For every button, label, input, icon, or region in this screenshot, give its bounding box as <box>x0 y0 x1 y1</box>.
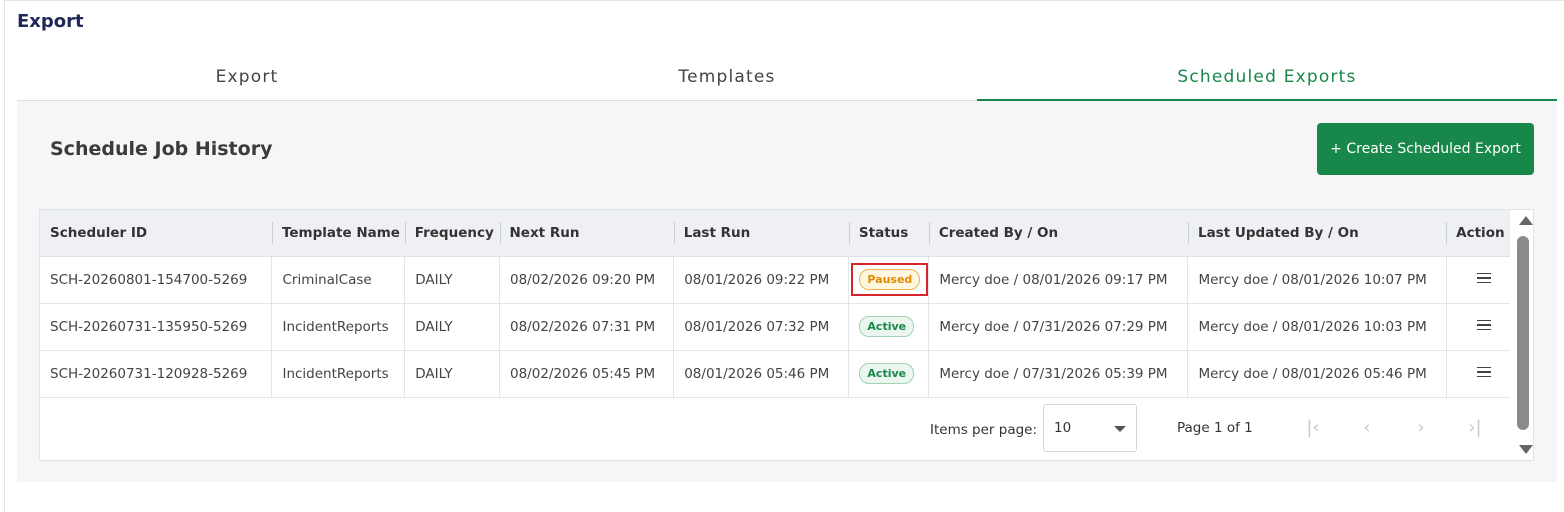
job-history-table: Scheduler ID Template Name Frequency Nex… <box>40 210 1510 398</box>
chevron-left-icon[interactable]: ‹ <box>1353 414 1381 442</box>
column-header-last-run[interactable]: Last Run <box>673 210 849 257</box>
menu-icon[interactable] <box>1476 319 1491 331</box>
scroll-up-icon[interactable] <box>1519 216 1533 225</box>
items-per-page-value: 10 <box>1054 420 1072 436</box>
tab-bar: Export Templates Scheduled Exports <box>17 58 1557 101</box>
cell-updated: Mercy doe / 08/01/2026 05:46 PM <box>1187 350 1447 398</box>
cell-frequency: DAILY <box>404 350 500 398</box>
cell-updated: Mercy doe / 08/01/2026 10:07 PM <box>1187 256 1447 304</box>
cell-next-run: 08/02/2026 05:45 PM <box>498 350 674 398</box>
cell-status: Active <box>848 303 929 351</box>
column-header-updated[interactable]: Last Updated By / On <box>1187 210 1447 257</box>
cell-last-run: 08/01/2026 07:32 PM <box>673 303 849 351</box>
cell-template-name: IncidentReports <box>271 350 405 398</box>
status-badge: Active <box>859 363 915 384</box>
table-header-row: Scheduler ID Template Name Frequency Nex… <box>40 210 1510 257</box>
cell-template-name: IncidentReports <box>271 303 405 351</box>
cell-template-name: CriminalCase <box>271 256 405 304</box>
menu-icon[interactable] <box>1476 366 1491 378</box>
table-row: SCH-20260731-120928-5269 IncidentReports… <box>40 350 1510 398</box>
chevron-right-icon[interactable]: › <box>1407 414 1435 442</box>
create-scheduled-export-button[interactable]: + Create Scheduled Export <box>1317 123 1534 175</box>
status-badge: Paused <box>859 269 921 290</box>
scroll-down-icon[interactable] <box>1519 445 1533 454</box>
first-page-icon[interactable]: |‹ <box>1299 414 1327 442</box>
status-badge: Active <box>859 316 915 337</box>
items-per-page-select[interactable]: 10 <box>1043 404 1137 452</box>
column-header-status[interactable]: Status <box>848 210 929 257</box>
cell-last-run: 08/01/2026 05:46 PM <box>673 350 849 398</box>
table-row: SCH-20260731-135950-5269 IncidentReports… <box>40 303 1510 351</box>
cell-status: Active <box>848 350 929 398</box>
cell-next-run: 08/02/2026 07:31 PM <box>498 303 674 351</box>
cell-action <box>1445 303 1510 351</box>
items-per-page-label: Items per page: <box>930 422 1038 438</box>
section-title: Schedule Job History <box>50 138 273 160</box>
cell-status: Paused <box>848 256 929 304</box>
column-header-scheduler-id[interactable]: Scheduler ID <box>40 210 272 257</box>
tab-scheduled-exports[interactable]: Scheduled Exports <box>977 58 1557 101</box>
page-info: Page 1 of 1 <box>1177 420 1253 436</box>
page-title: Export <box>17 11 84 32</box>
cell-created: Mercy doe / 07/31/2026 05:39 PM <box>928 350 1188 398</box>
column-header-action: Action <box>1446 210 1510 257</box>
cell-scheduler-id: SCH-20260801-154700-5269 <box>40 256 272 304</box>
tab-export[interactable]: Export <box>17 58 477 101</box>
column-header-frequency[interactable]: Frequency <box>404 210 500 257</box>
vertical-scrollbar[interactable] <box>1515 210 1535 460</box>
cell-updated: Mercy doe / 08/01/2026 10:03 PM <box>1187 303 1447 351</box>
cell-scheduler-id: SCH-20260731-135950-5269 <box>40 303 272 351</box>
cell-next-run: 08/02/2026 09:20 PM <box>498 256 674 304</box>
scrollbar-thumb[interactable] <box>1517 236 1529 430</box>
column-header-template-name[interactable]: Template Name <box>271 210 405 257</box>
cell-scheduler-id: SCH-20260731-120928-5269 <box>40 350 272 398</box>
cell-action <box>1445 256 1510 304</box>
column-header-next-run[interactable]: Next Run <box>499 210 674 257</box>
cell-last-run: 08/01/2026 09:22 PM <box>673 256 849 304</box>
pagination: Items per page: 10 Page 1 of 1 |‹ ‹ › ›| <box>40 400 1510 460</box>
menu-icon[interactable] <box>1476 272 1491 284</box>
cell-created: Mercy doe / 07/31/2026 07:29 PM <box>928 303 1188 351</box>
last-page-icon[interactable]: ›| <box>1461 414 1489 442</box>
cell-action <box>1445 350 1510 398</box>
cell-frequency: DAILY <box>404 256 500 304</box>
column-header-created[interactable]: Created By / On <box>928 210 1188 257</box>
cell-frequency: DAILY <box>404 303 500 351</box>
table-row: SCH-20260801-154700-5269 CriminalCase DA… <box>40 256 1510 304</box>
tab-templates[interactable]: Templates <box>497 58 957 101</box>
cell-created: Mercy doe / 08/01/2026 09:17 PM <box>928 256 1188 304</box>
status-highlight-box: Paused <box>851 263 929 296</box>
chevron-down-icon <box>1114 426 1126 432</box>
job-history-table-container: Scheduler ID Template Name Frequency Nex… <box>39 209 1534 461</box>
